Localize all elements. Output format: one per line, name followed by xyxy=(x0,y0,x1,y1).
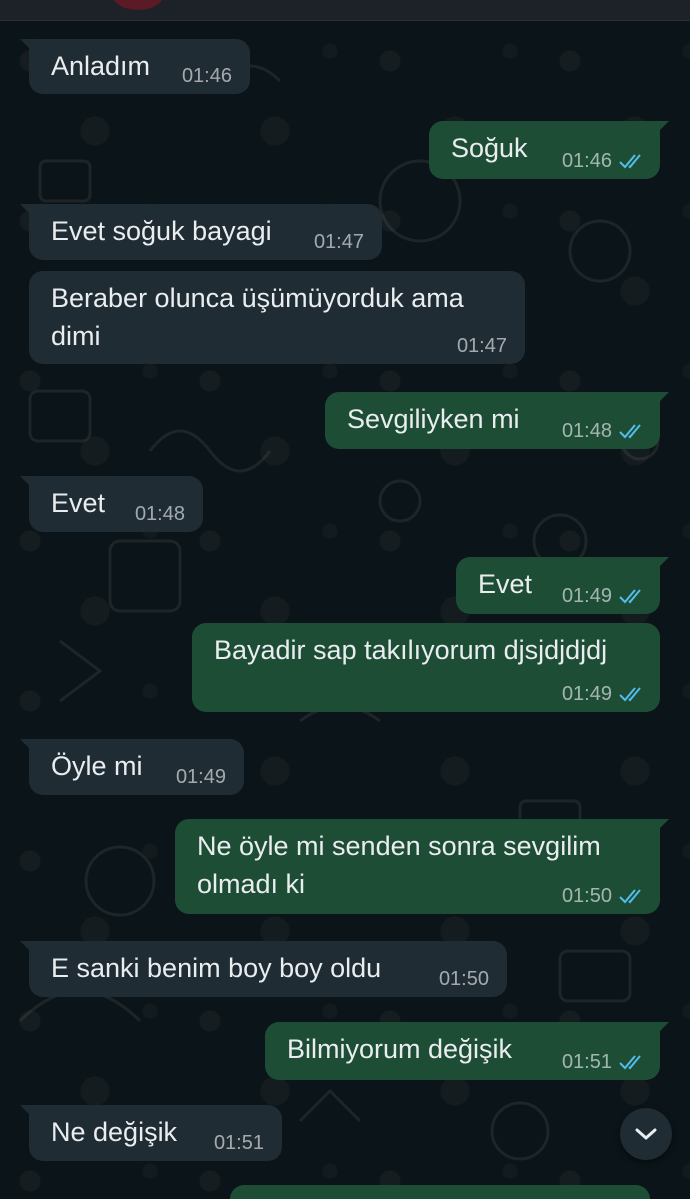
message-text: Öyle mi xyxy=(51,751,143,781)
message-time: 01:46 xyxy=(561,150,612,172)
message-text: Bayadir sap takılıyorum djsjdjdjdj xyxy=(214,635,608,665)
double-check-icon xyxy=(619,424,641,439)
message-meta: 01:48 xyxy=(562,419,646,443)
message-meta: 01:49 xyxy=(176,765,226,789)
double-check-icon xyxy=(619,154,641,169)
outgoing-message[interactable]: Soğuk 01:46 xyxy=(429,121,669,179)
message-meta: 01:51 xyxy=(562,1050,646,1074)
double-check-icon xyxy=(619,1055,641,1070)
message-time: 01:48 xyxy=(134,503,185,525)
message-time: 01:49 xyxy=(561,585,612,607)
outgoing-message[interactable]: Ne öyle mi senden sonra sevgilim olmadı … xyxy=(175,819,669,914)
message-text: E sanki benim boy boy oldu xyxy=(51,953,382,983)
message-meta: 01:48 xyxy=(135,502,185,526)
double-check-icon xyxy=(619,889,641,904)
message-text: Evet soğuk bayagi xyxy=(51,216,272,246)
message-meta: 01:51 xyxy=(214,1131,264,1155)
message-meta: 01:50 xyxy=(439,967,489,991)
message-time: 01:47 xyxy=(313,231,364,253)
message-time: 01:49 xyxy=(175,766,226,788)
message-time: 01:50 xyxy=(438,968,489,990)
message-text: Evet xyxy=(478,569,533,599)
header-bar xyxy=(0,0,690,21)
outgoing-message[interactable]: Evet 01:49 xyxy=(456,557,669,614)
message-text: Evet xyxy=(51,488,106,518)
message-time: 01:51 xyxy=(561,1051,612,1073)
outgoing-message-partial[interactable] xyxy=(230,1185,650,1199)
incoming-message[interactable]: Beraber olunca üşümüyorduk ama dimi 01:4… xyxy=(29,271,525,364)
incoming-message[interactable]: E sanki benim boy boy oldu 01:50 xyxy=(20,941,507,997)
scroll-to-bottom-button[interactable] xyxy=(620,1108,672,1160)
double-check-icon xyxy=(619,687,641,702)
message-time: 01:49 xyxy=(561,683,612,705)
message-text: Anladım xyxy=(51,51,151,81)
message-time: 01:46 xyxy=(181,65,232,87)
incoming-message[interactable]: Öyle mi 01:49 xyxy=(20,739,244,795)
incoming-message[interactable]: Anladım 01:46 xyxy=(20,39,250,94)
message-meta: 01:49 xyxy=(562,682,646,706)
message-text: Ne öyle mi senden sonra sevgilim olmadı … xyxy=(197,831,601,899)
message-text: Soğuk xyxy=(451,133,528,163)
chat-area[interactable]: Anladım 01:46 Soğuk 01:46 Evet soğuk bay… xyxy=(0,21,690,1199)
chevron-down-icon xyxy=(635,1128,657,1140)
message-meta: 01:46 xyxy=(562,149,646,173)
incoming-message[interactable]: Ne değişik 01:51 xyxy=(20,1105,282,1161)
outgoing-message[interactable]: Bilmiyorum değişik 01:51 xyxy=(265,1022,669,1080)
message-meta: 01:49 xyxy=(562,584,646,608)
contact-avatar[interactable] xyxy=(112,0,164,10)
incoming-message[interactable]: Evet 01:48 xyxy=(20,476,203,532)
message-time: 01:48 xyxy=(561,420,612,442)
message-time: 01:51 xyxy=(213,1132,264,1154)
outgoing-message[interactable]: Sevgiliyken mi 01:48 xyxy=(325,392,669,449)
message-meta: 01:47 xyxy=(457,334,507,358)
message-time: 01:47 xyxy=(456,335,507,357)
message-meta: 01:46 xyxy=(182,64,232,88)
message-time: 01:50 xyxy=(561,885,612,907)
message-text: Sevgiliyken mi xyxy=(347,404,520,434)
message-text: Bilmiyorum değişik xyxy=(287,1034,513,1064)
incoming-message[interactable]: Evet soğuk bayagi 01:47 xyxy=(20,204,382,260)
message-meta: 01:50 xyxy=(562,884,646,908)
message-text: Ne değişik xyxy=(51,1117,178,1147)
message-meta: 01:47 xyxy=(314,230,364,254)
message-text: Beraber olunca üşümüyorduk ama dimi xyxy=(51,283,464,351)
double-check-icon xyxy=(619,589,641,604)
outgoing-message[interactable]: Bayadir sap takılıyorum djsjdjdjdj 01:49 xyxy=(192,623,660,712)
